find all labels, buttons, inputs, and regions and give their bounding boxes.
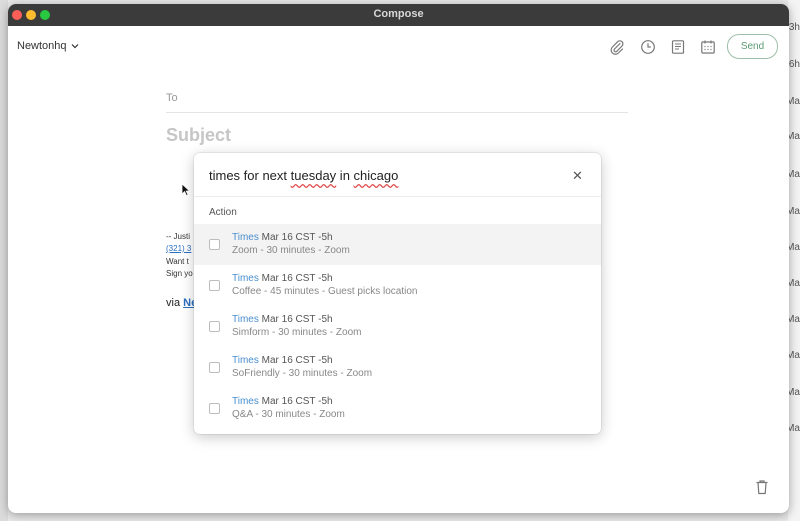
via-text: via Ne <box>166 297 197 309</box>
item-checkbox[interactable] <box>209 280 220 291</box>
item-title: Times Mar 16 CST -5h <box>232 232 333 243</box>
subject-field[interactable]: Subject <box>166 125 231 146</box>
trash-icon[interactable] <box>755 479 769 495</box>
bg-text: 6h <box>788 59 800 70</box>
close-icon[interactable]: ✕ <box>572 168 583 184</box>
item-keyword: Times <box>232 355 259 366</box>
list-item[interactable]: Times Mar 16 CST -5h Simform - 30 minute… <box>194 306 601 347</box>
signature-line: Want t <box>166 257 189 266</box>
signature-line: Sign yo <box>166 269 193 278</box>
calendar-icon[interactable] <box>700 39 716 55</box>
bg-text: 3h <box>788 22 800 33</box>
signature-line: -- Justi <box>166 232 190 241</box>
list-item[interactable]: Times Mar 16 CST -5h Q&A - 30 minutes - … <box>194 388 601 429</box>
list-item[interactable]: Times Mar 16 CST -5h Coffee - 45 minutes… <box>194 265 601 306</box>
item-keyword: Times <box>232 273 259 284</box>
query-text: times for next <box>209 168 291 183</box>
item-detail: Zoom - 30 minutes - Zoom <box>232 245 350 256</box>
background-app-strip: 3h 6h Ma Ma Ma Ma Ma Ma Ma Ma Ma Ma <box>786 0 800 521</box>
to-field-divider <box>166 112 628 113</box>
item-date: Mar 16 CST -5h <box>258 355 333 366</box>
item-detail: SoFriendly - 30 minutes - Zoom <box>232 368 373 379</box>
attachment-icon[interactable] <box>609 39 625 55</box>
signature-phone-link[interactable]: (321) 3 <box>166 244 191 253</box>
item-title: Times Mar 16 CST -5h <box>232 273 333 284</box>
item-detail: Coffee - 45 minutes - Guest picks locati… <box>232 286 418 297</box>
query-misspelled-word: tuesday <box>290 168 337 183</box>
account-name: Newtonhq <box>17 40 67 52</box>
item-date: Mar 16 CST -5h <box>258 273 333 284</box>
item-date: Mar 16 CST -5h <box>258 232 333 243</box>
item-date: Mar 16 CST -5h <box>258 314 333 325</box>
item-keyword: Times <box>232 232 259 243</box>
background-left <box>0 0 8 521</box>
account-selector[interactable]: Newtonhq <box>17 40 79 52</box>
template-icon[interactable] <box>670 39 686 55</box>
window-title: Compose <box>373 8 424 20</box>
compose-window: Compose Newtonhq Send To Subject -- Just… <box>8 4 789 513</box>
list-item[interactable]: Times Mar 16 CST -5h SoFriendly - 30 min… <box>194 347 601 388</box>
item-checkbox[interactable] <box>209 403 220 414</box>
item-checkbox[interactable] <box>209 239 220 250</box>
popup-divider <box>194 196 601 197</box>
item-date: Mar 16 CST -5h <box>258 396 333 407</box>
section-label: Action <box>209 207 237 218</box>
cursor-icon <box>181 183 191 197</box>
query-misspelled-word: chicago <box>353 168 399 183</box>
item-title: Times Mar 16 CST -5h <box>232 355 333 366</box>
item-title: Times Mar 16 CST -5h <box>232 396 333 407</box>
popup-search-input[interactable]: times for next tuesday in chicago <box>209 168 398 183</box>
title-bar: Compose <box>8 4 789 26</box>
item-checkbox[interactable] <box>209 321 220 332</box>
send-button[interactable]: Send <box>727 34 778 59</box>
query-text: in <box>336 168 354 183</box>
via-prefix: via <box>166 297 181 309</box>
to-field-label[interactable]: To <box>166 92 178 104</box>
scheduling-popup: times for next tuesday in chicago ✕ Acti… <box>194 153 601 434</box>
chevron-down-icon <box>71 44 78 49</box>
list-item[interactable]: Times Mar 16 CST -5h Zoom - 30 minutes -… <box>194 224 601 265</box>
item-keyword: Times <box>232 396 259 407</box>
item-detail: Q&A - 30 minutes - Zoom <box>232 409 345 420</box>
item-title: Times Mar 16 CST -5h <box>232 314 333 325</box>
item-checkbox[interactable] <box>209 362 220 373</box>
clock-icon[interactable] <box>640 39 656 55</box>
item-detail: Simform - 30 minutes - Zoom <box>232 327 362 338</box>
item-keyword: Times <box>232 314 259 325</box>
